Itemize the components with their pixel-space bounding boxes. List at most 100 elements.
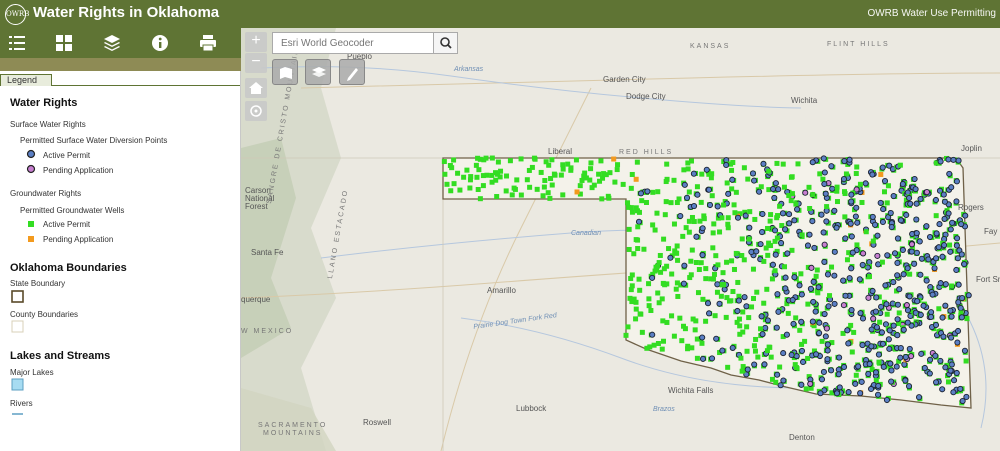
groundwater-well-point bbox=[657, 252, 663, 258]
info-icon[interactable] bbox=[151, 34, 169, 52]
surface-diversion-point bbox=[862, 180, 869, 187]
groundwater-well-point bbox=[945, 379, 951, 385]
groundwater-well-point bbox=[675, 293, 681, 299]
surface-diversion-point bbox=[936, 221, 943, 228]
surface-diversion-point bbox=[865, 294, 872, 301]
groundwater-well-point bbox=[628, 205, 634, 211]
search-input[interactable] bbox=[273, 33, 433, 53]
surface-diversion-point bbox=[869, 213, 876, 220]
surface-diversion-point bbox=[882, 282, 889, 289]
surface-diversion-point bbox=[786, 211, 793, 218]
locate-button[interactable] bbox=[245, 101, 267, 121]
surface-diversion-point bbox=[723, 161, 730, 169]
groundwater-well-point bbox=[589, 185, 595, 191]
surface-diversion-point bbox=[907, 200, 914, 207]
groundwater-well-point bbox=[577, 183, 583, 189]
surface-diversion-point bbox=[875, 351, 882, 358]
surface-diversion-point bbox=[849, 249, 856, 256]
groundwater-well-point bbox=[700, 296, 706, 302]
groundwater-well-point bbox=[766, 168, 772, 174]
surface-diversion-point bbox=[773, 324, 780, 331]
surface-diversion-point bbox=[807, 380, 814, 387]
groundwater-well-point bbox=[662, 212, 668, 218]
surface-diversion-point bbox=[879, 164, 886, 171]
surface-diversion-point bbox=[743, 303, 750, 310]
search-icon bbox=[440, 37, 452, 49]
groundwater-well-point bbox=[583, 175, 589, 181]
legend-tab-row: Legend bbox=[0, 74, 240, 86]
groundwater-well-point bbox=[674, 280, 680, 286]
search-button[interactable] bbox=[433, 33, 457, 53]
groundwater-well-point bbox=[819, 338, 825, 344]
draw-tool-button[interactable] bbox=[339, 59, 365, 85]
groundwater-well-point bbox=[859, 199, 865, 205]
print-icon[interactable] bbox=[199, 34, 217, 52]
groundwater-well-point bbox=[547, 195, 553, 201]
groundwater-well-point bbox=[694, 355, 700, 361]
groundwater-well-point bbox=[654, 210, 660, 216]
tab-legend[interactable]: Legend bbox=[0, 74, 52, 86]
groundwater-well-point bbox=[741, 165, 747, 171]
surface-diversion-point bbox=[713, 335, 720, 342]
surface-diversion-point bbox=[848, 198, 855, 205]
zoom-out-button[interactable]: − bbox=[245, 53, 267, 73]
home-button[interactable] bbox=[245, 78, 267, 98]
groundwater-well-point bbox=[677, 315, 683, 321]
surface-diversion-point bbox=[821, 258, 828, 265]
groundwater-well-point bbox=[646, 296, 652, 302]
groundwater-well-point bbox=[774, 160, 780, 166]
surface-diversion-point bbox=[900, 271, 907, 278]
groundwater-well-point bbox=[669, 271, 675, 277]
surface-diversion-point bbox=[965, 292, 972, 299]
label-santa-fe: Santa Fe bbox=[251, 248, 284, 257]
groundwater-well-point bbox=[655, 340, 661, 346]
groundwater-well-point bbox=[625, 200, 631, 206]
surface-diversion-point bbox=[824, 347, 831, 354]
groundwater-well-point bbox=[614, 167, 620, 173]
groundwater-well-point bbox=[444, 181, 450, 187]
groundwater-well-point bbox=[549, 182, 555, 188]
grid-icon[interactable] bbox=[55, 34, 73, 52]
layer-tool-button[interactable] bbox=[305, 59, 331, 85]
surface-diversion-point bbox=[941, 215, 948, 222]
groundwater-well-point bbox=[682, 326, 688, 332]
layers-icon[interactable] bbox=[103, 34, 121, 52]
groundwater-well-point bbox=[611, 156, 617, 162]
groundwater-well-point bbox=[724, 180, 730, 186]
search-box bbox=[272, 32, 458, 54]
groundwater-well-point bbox=[849, 349, 855, 355]
groundwater-well-point bbox=[598, 158, 604, 164]
map-view[interactable]: KANSAS FLINT HILLS RED HILLS Pueblo Arka… bbox=[241, 28, 1000, 451]
surface-diversion-point bbox=[923, 223, 930, 230]
groundwater-well-point bbox=[870, 238, 876, 244]
surface-diversion-point bbox=[908, 241, 915, 248]
label-sacramento: SACRAMENTO bbox=[258, 422, 328, 429]
groundwater-well-point bbox=[626, 226, 632, 232]
groundwater-well-point bbox=[699, 171, 705, 177]
groundwater-well-point bbox=[542, 178, 548, 184]
groundwater-well-point bbox=[877, 319, 883, 325]
groundwater-well-point bbox=[936, 306, 942, 312]
label-denton: Denton bbox=[789, 433, 815, 442]
groundwater-well-point bbox=[464, 167, 470, 173]
groundwater-well-point bbox=[599, 196, 605, 202]
list-icon[interactable] bbox=[8, 34, 26, 52]
surface-diversion-point bbox=[855, 363, 862, 370]
groundwater-well-point bbox=[503, 188, 509, 194]
surface-diversion-point bbox=[942, 281, 949, 288]
surface-diversion-point bbox=[916, 238, 923, 245]
surface-diversion-point bbox=[874, 252, 881, 259]
groundwater-well-point bbox=[646, 303, 652, 309]
zoom-in-button[interactable]: + bbox=[245, 32, 267, 52]
surface-diversion-point bbox=[958, 314, 965, 321]
surface-diversion-point bbox=[880, 206, 887, 213]
basemap-tool-button[interactable] bbox=[272, 59, 298, 85]
groundwater-well-point bbox=[504, 173, 510, 179]
label-albuquerque: querque bbox=[241, 295, 271, 304]
basemap bbox=[241, 28, 1000, 451]
surface-diversion-point bbox=[948, 184, 955, 191]
surface-diversion-point bbox=[825, 303, 832, 310]
groundwater-well-point bbox=[736, 316, 742, 322]
groundwater-well-point bbox=[686, 229, 692, 235]
groundwater-well-point bbox=[746, 315, 752, 321]
